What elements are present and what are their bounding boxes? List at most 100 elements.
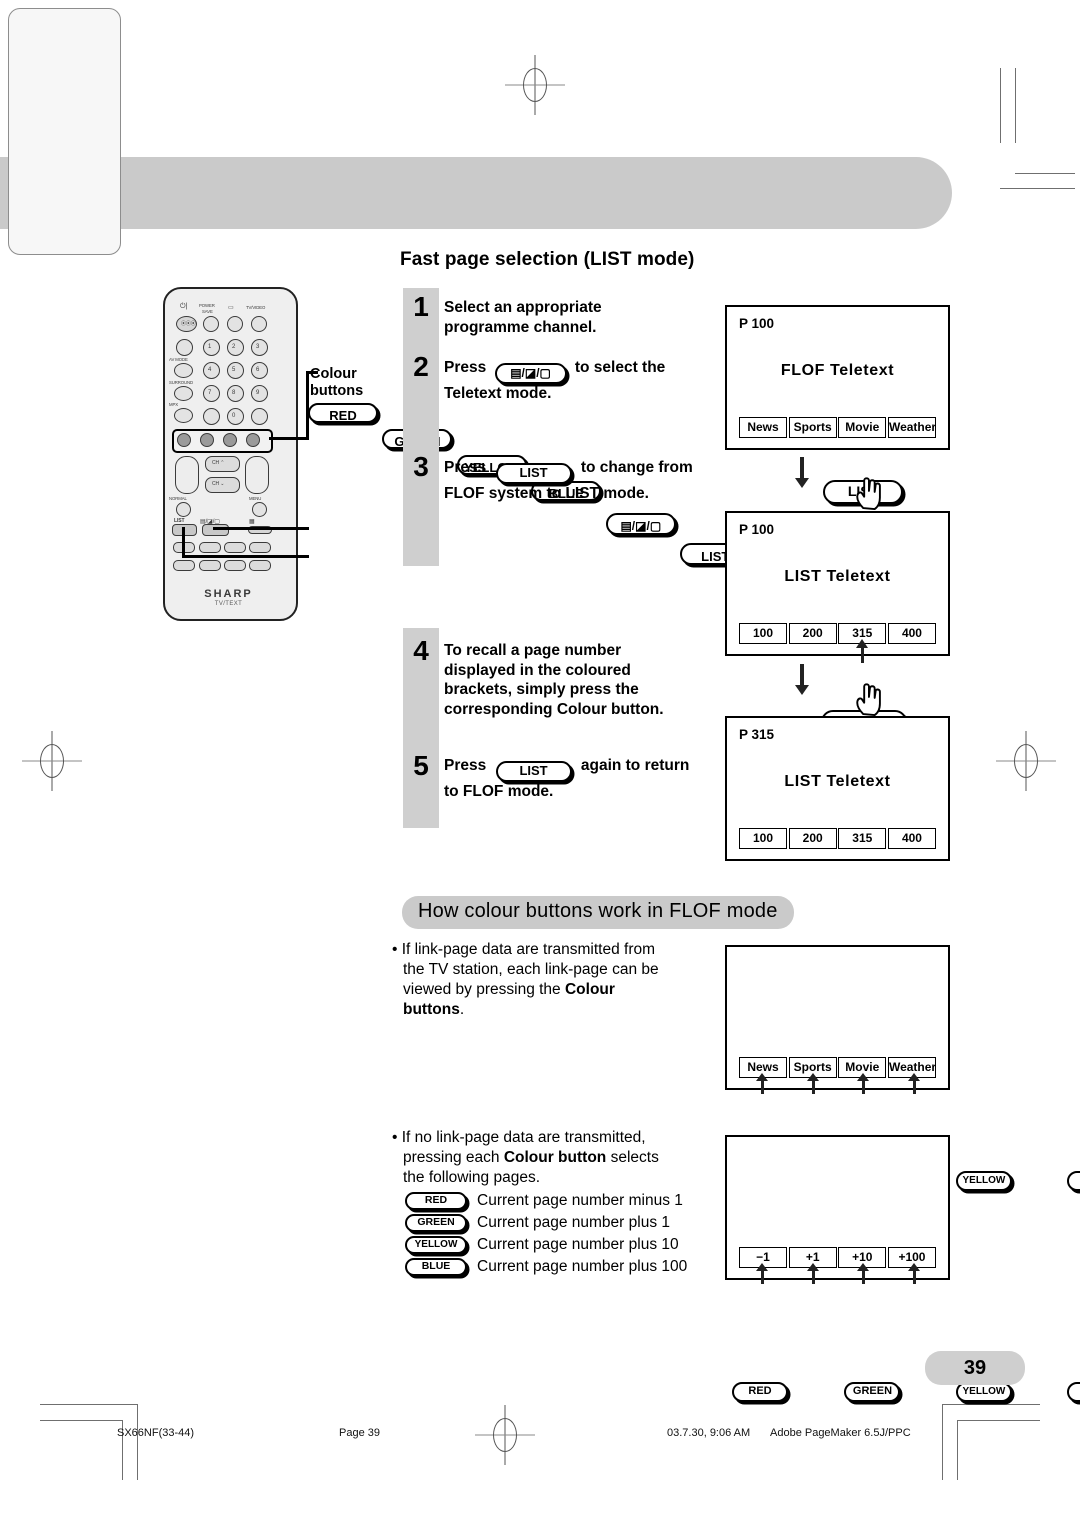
tv-slot[interactable]: Sports [788, 417, 837, 438]
no-link-page-green-button[interactable]: GREEN [844, 1382, 901, 1402]
no-link-page-red-label: RED [748, 1385, 772, 1397]
callout-teletext-mode-button[interactable]: ▤/◪/▢ [605, 513, 676, 535]
tv-slot[interactable]: Movie [838, 417, 887, 438]
tv-screen-flof-slots: News Sports Movie Weather [727, 417, 948, 438]
tv-slot[interactable]: 200 [788, 828, 837, 849]
remote-teletext-row1-key2[interactable] [199, 542, 221, 553]
remote-key-8-label: 8 [232, 390, 236, 396]
remote-key-5[interactable] [227, 362, 244, 379]
bullet-1-bold-buttons: buttons [403, 1001, 460, 1018]
remote-green-dot[interactable] [200, 433, 214, 447]
remote-normal-button[interactable] [176, 502, 191, 517]
key-green-button[interactable]: GREEN [405, 1214, 467, 1232]
tv-screen-list-100: P 100 LIST Teletext 100 200 315 400 [725, 511, 950, 656]
step-number-5: 5 [413, 750, 429, 781]
key-green-description: Current page number plus 1 [477, 1214, 671, 1231]
tv-slot[interactable]: Weather [887, 417, 936, 438]
bullet-2-bold-colour-button: Colour button [503, 1149, 607, 1166]
step-5-text: Press LIST again to return to FLOF mode. [444, 756, 689, 802]
callout-red-label: RED [329, 408, 357, 423]
remote-teletext-row2-key4[interactable] [249, 560, 271, 571]
step-4-line-3: brackets, simply press the [444, 681, 639, 698]
remote-power-save-button[interactable] [203, 316, 219, 332]
remote-key-7-label: 7 [208, 390, 212, 396]
key-row-red: RED Current page number minus 1 [405, 1192, 683, 1210]
tv-screen-list-315: P 315 LIST Teletext 100 200 315 400 [725, 716, 950, 861]
step-3-list-button[interactable]: LIST [495, 463, 572, 484]
remote-menu-button[interactable] [252, 502, 267, 517]
tv-screen-list-100-title: LIST Teletext [784, 568, 891, 585]
no-link-page-yellow-label: YELLOW [962, 1386, 1006, 1397]
tv-slot[interactable]: News [739, 417, 787, 438]
remote-key-2[interactable] [227, 339, 244, 356]
bullet-2-line-2: pressing each Colour button selects [392, 1148, 712, 1168]
remote-key-9-label: 9 [256, 390, 260, 396]
tv-slot[interactable]: 315 [838, 828, 887, 849]
tv-screen-list-315-page-number: P 315 [739, 727, 775, 742]
remote-teletext-row2-key2[interactable] [199, 560, 221, 571]
step-2-post: to select the [574, 359, 666, 376]
remote-teletext-row1-key3[interactable] [224, 542, 246, 553]
remote-picture-button[interactable] [227, 316, 243, 332]
tv-slot[interactable]: 400 [887, 623, 936, 644]
key-row-green: GREEN Current page number plus 1 [405, 1214, 670, 1232]
remote-caption-tv-video: TV/VIDEO [246, 305, 266, 310]
tv-slot[interactable]: 400 [887, 828, 936, 849]
remote-key-6[interactable] [251, 362, 268, 379]
remote-key-7[interactable] [203, 385, 220, 402]
power-dots-icon: ⦿⦿⦿ [181, 321, 196, 327]
tv-screen-flof-title: FLOF Teletext [780, 362, 895, 379]
link-page-blue-button[interactable]: BLUE [1067, 1171, 1080, 1191]
step-5-list-button[interactable]: LIST [495, 761, 572, 782]
leader-teletext-mode [213, 527, 309, 530]
remote-mute-button[interactable] [176, 339, 193, 356]
remote-av-mode-button[interactable] [174, 363, 193, 378]
remote-reveal-button[interactable] [203, 408, 220, 425]
remote-surround-button[interactable] [174, 386, 193, 401]
callout-red-button[interactable]: RED [308, 403, 378, 423]
remote-dash-button[interactable] [251, 408, 268, 425]
remote-yellow-dot[interactable] [223, 433, 237, 447]
tv-slot[interactable]: 100 [739, 828, 787, 849]
step-2-line-2: Teletext mode. [444, 385, 552, 402]
no-link-page-red-button[interactable]: RED [732, 1382, 788, 1402]
remote-teletext-mode-key[interactable] [202, 524, 229, 536]
remote-key-1[interactable] [203, 339, 220, 356]
remote-mpx-button[interactable] [174, 408, 193, 423]
remote-tv-video-button[interactable] [251, 316, 267, 332]
key-yellow-button[interactable]: YELLOW [405, 1236, 467, 1254]
hand-pointer-icon [856, 477, 881, 510]
tv-slot[interactable]: 100 [739, 623, 787, 644]
remote-key-4[interactable] [203, 362, 220, 379]
remote-teletext-row1-key4[interactable] [249, 542, 271, 553]
remote-key-9[interactable] [251, 385, 268, 402]
leader-list-v [182, 527, 185, 558]
key-blue-button[interactable]: BLUE [405, 1258, 467, 1276]
remote-key-3-label: 3 [256, 344, 260, 350]
remote-caption-av-mode: AV MODE [169, 357, 188, 362]
leader-colour-buttons [269, 437, 309, 440]
remote-caption-menu: MENU [249, 496, 262, 501]
remote-key-0[interactable] [227, 408, 244, 425]
step-2-teletext-button[interactable]: ▤/◪/▢ [494, 363, 567, 384]
remote-key-3[interactable] [251, 339, 268, 356]
remote-key-8[interactable] [227, 385, 244, 402]
remote-red-dot[interactable] [177, 433, 191, 447]
no-link-page-yellow-button[interactable]: YELLOW [955, 1382, 1012, 1402]
footer-software: Adobe PageMaker 6.5J/PPC [770, 1427, 911, 1439]
link-page-yellow-button[interactable]: YELLOW [955, 1171, 1012, 1191]
no-link-page-blue-button[interactable]: BLUE [1067, 1382, 1080, 1402]
key-blue-description: Current page number plus 100 [477, 1258, 688, 1275]
remote-key-1-label: 1 [208, 344, 212, 350]
tv-slot[interactable]: 200 [788, 623, 837, 644]
step-number-2: 2 [413, 351, 429, 382]
registration-mark-top [505, 55, 565, 115]
remote-teletext-row2-key3[interactable] [224, 560, 246, 571]
remote-teletext-row2-key1[interactable] [173, 560, 195, 571]
remote-blue-dot[interactable] [246, 433, 260, 447]
key-red-button[interactable]: RED [405, 1192, 467, 1210]
remote-volume-right[interactable] [245, 456, 269, 494]
remote-volume-left[interactable] [175, 456, 199, 494]
bullet-1-line-4: buttons. [392, 1000, 702, 1020]
step-1-text: Select an appropriate programme channel. [444, 298, 602, 337]
